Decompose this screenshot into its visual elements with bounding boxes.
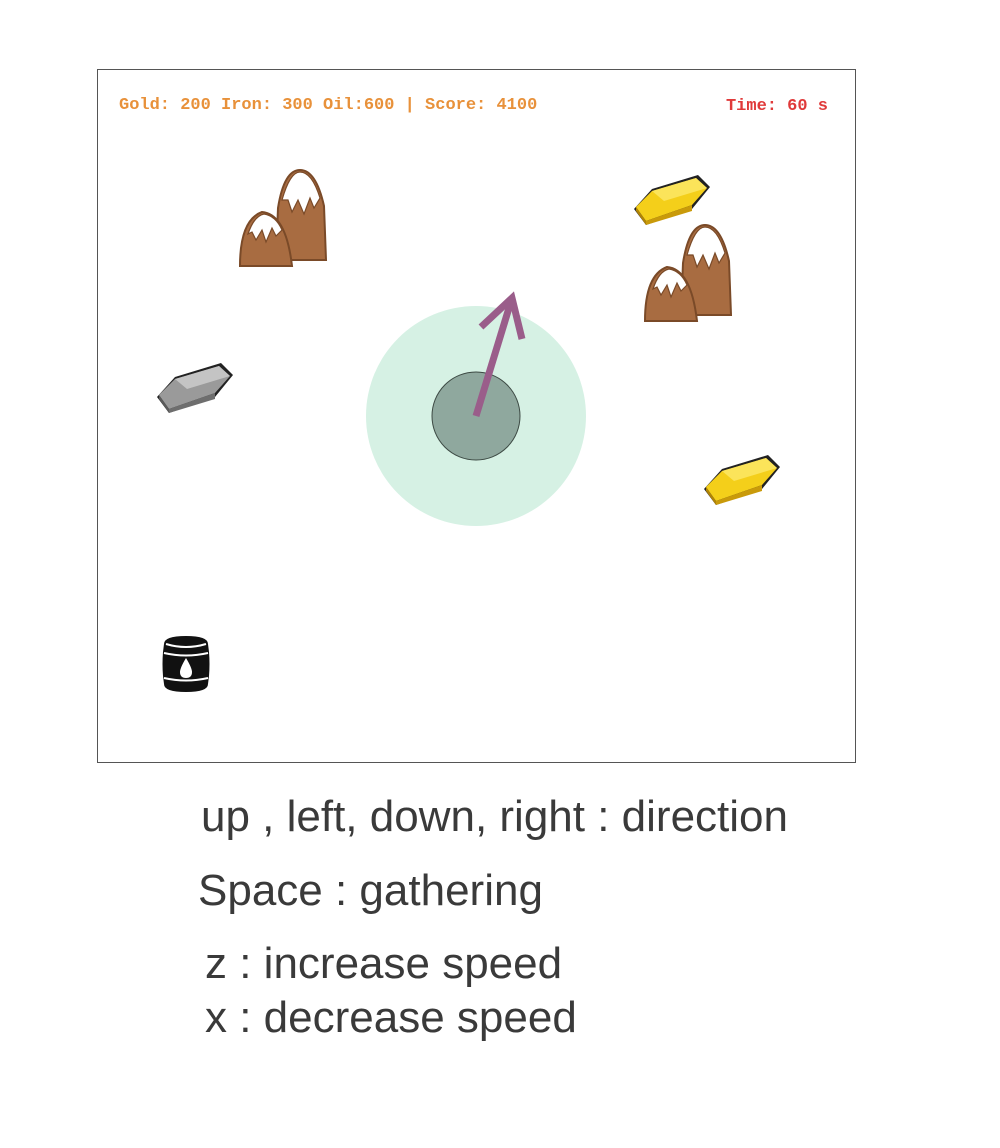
resources-score-text: Gold: 200 Iron: 300 Oil:600 | Score: 410… — [119, 96, 537, 115]
iron-bar-icon — [157, 363, 233, 413]
instruction-decrease-speed: x : decrease speed — [205, 993, 577, 1042]
timer-text: Time: 60 s — [726, 97, 828, 116]
instruction-direction: up , left, down, right : direction — [201, 792, 788, 841]
instruction-gathering: Space : gathering — [198, 866, 543, 915]
mountain-icon — [239, 169, 327, 267]
instruction-increase-speed: z : increase speed — [205, 939, 563, 988]
gold-bar-icon — [704, 455, 780, 505]
mountain-icon — [644, 224, 732, 322]
oil-barrel-icon — [162, 636, 210, 692]
gold-bar-icon — [634, 175, 710, 225]
